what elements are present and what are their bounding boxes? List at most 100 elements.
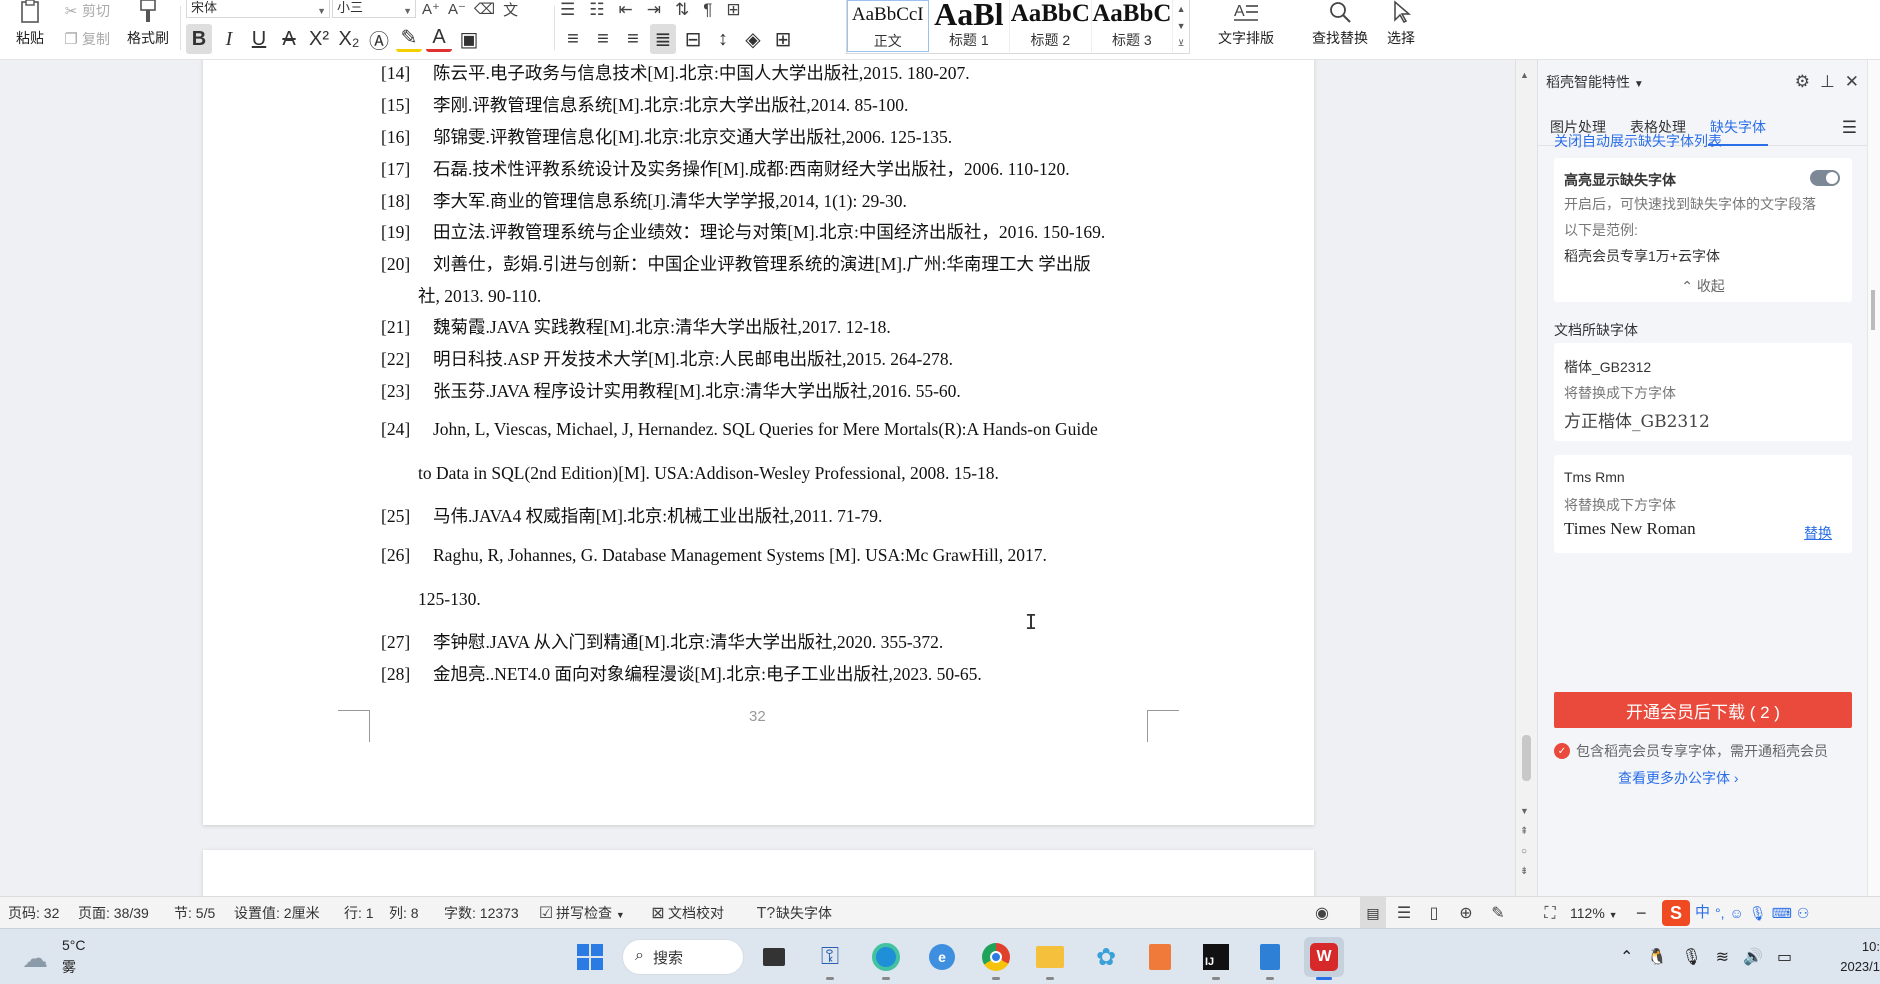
row-info[interactable]: 行: 1	[344, 897, 374, 929]
reference-item[interactable]: [28] 金旭亮..NET4.0 面向对象编程漫谈[M].北京:电子工业出版社,2…	[381, 661, 982, 686]
clear-format-icon[interactable]: ⌫	[474, 0, 495, 18]
reading-view-icon[interactable]: ▯	[1424, 897, 1444, 929]
battery-icon[interactable]: ▭	[1777, 947, 1792, 967]
taskbar-search[interactable]: ⌕ 搜索	[622, 939, 744, 975]
reference-item[interactable]: [19] 田立法.评教管理系统与企业绩效：理论与对策[M].北京:中国经济出版社，…	[381, 219, 1105, 244]
taskbar-app-wps[interactable]: W	[1304, 937, 1344, 980]
gallery-scroll[interactable]: ▲ ▼ ⊻	[1173, 0, 1189, 53]
indent-icon[interactable]: ⇥	[647, 0, 661, 20]
reference-item[interactable]: [20] 刘善仕，彭娟.引进与创新：中国企业评教管理系统的演进[M].广州:华南理…	[381, 251, 1091, 276]
taskbar-app-flower[interactable]: ✿	[1086, 937, 1126, 977]
taskbar-app-browser[interactable]: e	[922, 937, 962, 977]
reference-item[interactable]: [24] John, L, Viescas, Michael, J, Hernan…	[381, 419, 1098, 440]
volume-icon[interactable]: 🔊	[1743, 947, 1763, 967]
document-area[interactable]: [14] 陈云平.电子政务与信息技术[M].北京:中国人大学出版社,2015. 1…	[0, 60, 1515, 896]
next-page-icon[interactable]: ⇟	[1520, 866, 1528, 877]
taskbar-app-chrome[interactable]	[976, 937, 1016, 980]
char-border-icon[interactable]: ▣	[456, 24, 482, 54]
taskbar-app-notepad[interactable]	[1250, 937, 1290, 980]
style-heading-1[interactable]: AaBl 标题 1	[929, 0, 1011, 52]
align-center-icon[interactable]: ≡	[590, 24, 616, 54]
numbered-list-icon[interactable]: ☷	[589, 0, 604, 20]
reference-item[interactable]: [27] 李钟慰.JAVA 从入门到精通[M].北京:清华大学出版社,2020. …	[381, 629, 943, 654]
shrink-font-icon[interactable]: A⁻	[448, 0, 466, 18]
reference-item[interactable]: [25] 马伟.JAVA4 权威指南[M].北京:机械工业出版社,2011. 71…	[381, 503, 882, 528]
prev-page-icon[interactable]: ⇞	[1520, 826, 1528, 837]
sort-icon[interactable]: ⇅	[675, 0, 689, 20]
close-icon[interactable]: ✕	[1845, 72, 1859, 92]
find-replace-button[interactable]: 查找替换	[1300, 0, 1380, 54]
table-tool-icon[interactable]: ⊞	[726, 0, 740, 20]
panel-title[interactable]: 稻壳智能特性 ▼	[1546, 72, 1644, 92]
reference-continuation[interactable]: to Data in SQL(2nd Edition)[M]. USA:Addi…	[418, 463, 999, 484]
document-page[interactable]	[203, 850, 1314, 896]
grow-font-icon[interactable]: A⁺	[422, 0, 440, 18]
reference-item[interactable]: [17] 石磊.技术性评教系统设计及实务操作[M].成都:西南财经大学出版社，20…	[381, 156, 1070, 181]
taskbar-app-edge[interactable]	[866, 937, 906, 980]
style-heading-3[interactable]: AaBbC 标题 3	[1092, 0, 1174, 52]
setting-value[interactable]: 设置值: 2厘米	[234, 897, 320, 929]
write-mode-icon[interactable]: ✎	[1488, 897, 1508, 929]
taskbar-app-explorer[interactable]	[1030, 937, 1070, 980]
reference-item[interactable]: [26] Raghu, R, Johannes, G. Database Mana…	[381, 545, 1047, 566]
browse-object-icon[interactable]: ○	[1521, 846, 1527, 857]
taskbar-app-jetbrains[interactable]: IJ	[1196, 937, 1236, 980]
scroll-down-icon[interactable]: ▼	[1520, 806, 1529, 816]
cut-button[interactable]: ✂ 剪切	[60, 0, 110, 22]
reference-item[interactable]: [21] 魏菊霞.JAVA 实践教程[M].北京:清华大学出版社,2017. 12…	[381, 314, 891, 339]
distribute-icon[interactable]: ⊟	[680, 24, 706, 54]
more-fonts-link[interactable]: 查看更多办公字体 ›	[1618, 768, 1739, 788]
eye-protection-icon[interactable]: ◉	[1312, 897, 1332, 929]
chevron-up-icon[interactable]: ▲	[1177, 4, 1186, 14]
scrollbar-thumb[interactable]	[1522, 735, 1531, 781]
bold-icon[interactable]: B	[186, 24, 212, 54]
fit-page-icon[interactable]: ⛶	[1540, 897, 1560, 929]
format-painter-button[interactable]: 格式刷	[122, 0, 174, 54]
font-color-icon[interactable]: A	[426, 26, 452, 52]
document-page[interactable]: [14] 陈云平.电子政务与信息技术[M].北京:中国人大学出版社,2015. 1…	[203, 60, 1314, 825]
expand-gallery-icon[interactable]: ⊻	[1178, 38, 1185, 49]
web-view-icon[interactable]: ⊕	[1456, 897, 1476, 929]
style-normal[interactable]: AaBbCcI 正文	[847, 0, 929, 52]
punctuation-icon[interactable]: °,	[1715, 897, 1725, 929]
show-marks-icon[interactable]: ¶	[703, 0, 712, 20]
reference-item[interactable]: [18] 李大军.商业的管理信息系统[J].清华大学学报,2014, 1(1): …	[381, 188, 907, 213]
underline-icon[interactable]: U	[246, 24, 272, 54]
weather-description[interactable]: 雾	[62, 957, 76, 977]
chevron-down-icon[interactable]: ▼	[1177, 21, 1186, 31]
style-heading-2[interactable]: AaBbC 标题 2	[1010, 0, 1092, 52]
highlight-toggle[interactable]	[1810, 170, 1840, 186]
copy-button[interactable]: ❐ 复制	[60, 28, 110, 50]
menu-icon[interactable]: ☰	[1842, 118, 1857, 138]
shading-icon[interactable]: ◈	[740, 24, 766, 54]
justify-icon[interactable]: ≣	[650, 24, 676, 54]
close-auto-show-link[interactable]: 关闭自动展示缺失字体列表	[1554, 131, 1722, 151]
page-count[interactable]: 页面: 38/39	[78, 897, 149, 929]
edge-handle[interactable]	[1871, 290, 1875, 330]
clock[interactable]: 10: 2023/1	[1826, 937, 1880, 977]
download-after-membership-button[interactable]: 开通会员后下载 ( 2 )	[1554, 692, 1852, 728]
spell-check-button[interactable]: ☑ 拼写检查 ▼	[536, 897, 625, 929]
microphone-icon[interactable]: 🎙	[1681, 947, 1701, 967]
sogou-ime-icon[interactable]: S	[1662, 900, 1690, 926]
reference-continuation[interactable]: 125-130.	[418, 589, 481, 610]
text-effect-icon[interactable]: Ⓐ	[366, 24, 392, 54]
zoom-select[interactable]: 112% ▼	[1570, 897, 1618, 929]
text-layout-button[interactable]: A 文字排版	[1206, 0, 1286, 54]
strikethrough-icon[interactable]: A	[276, 24, 302, 54]
reference-continuation[interactable]: 社, 2013. 90-110.	[418, 283, 541, 308]
reference-item[interactable]: [23] 张玉芬.JAVA 程序设计实用教程[M].北京:清华大学出版社,2016…	[381, 378, 961, 403]
word-count[interactable]: 字数: 12373	[444, 897, 519, 929]
weather-fog-icon[interactable]: ☁	[22, 943, 48, 974]
start-button[interactable]	[570, 937, 610, 977]
superscript-icon[interactable]: X²	[306, 24, 332, 54]
bullet-list-icon[interactable]: ☰	[560, 0, 575, 20]
select-button[interactable]: 选择	[1376, 0, 1426, 54]
qq-penguin-icon[interactable]: 🐧	[1647, 947, 1667, 967]
reference-item[interactable]: [22] 明日科技.ASP 开发技术大学[M].北京:人民邮电出版社,2015. …	[381, 346, 953, 371]
highlight-icon[interactable]: ✎	[396, 26, 422, 52]
taskbar-app-presentation[interactable]	[1140, 937, 1180, 977]
page-code[interactable]: 页码: 32	[8, 897, 59, 929]
page-view-icon[interactable]: ▤	[1360, 897, 1386, 929]
zoom-out-icon[interactable]: −	[1636, 897, 1647, 929]
